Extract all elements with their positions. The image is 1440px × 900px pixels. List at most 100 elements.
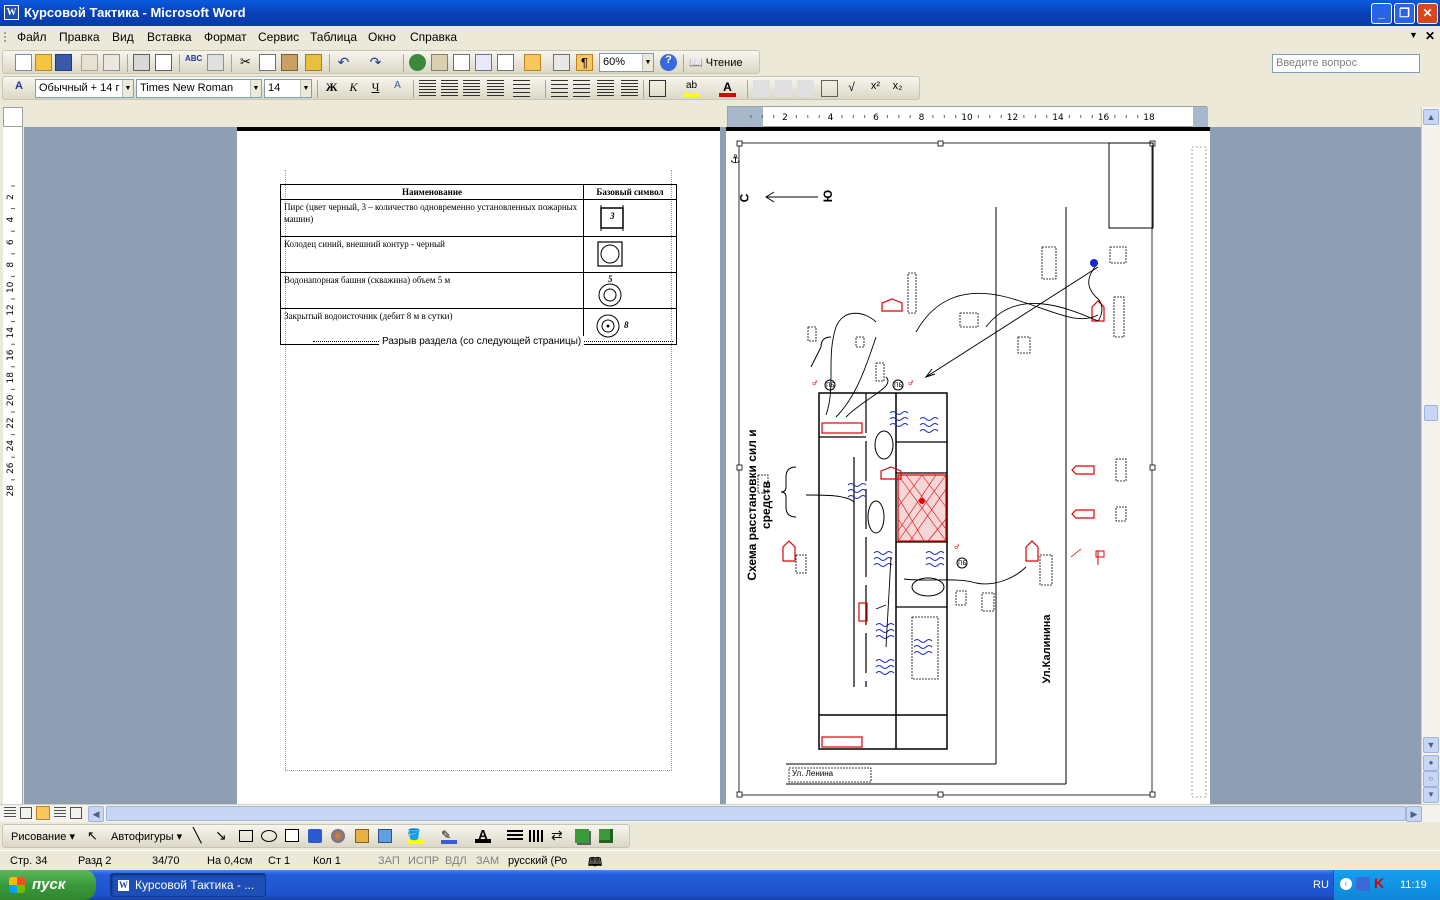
bold-icon[interactable]: Ж	[323, 80, 340, 97]
status-rec[interactable]: ЗАП	[378, 855, 400, 867]
select-objects-icon[interactable]: ↖	[87, 828, 98, 844]
dash-style-icon[interactable]	[529, 830, 545, 842]
web-view-icon[interactable]	[20, 807, 32, 819]
status-ext[interactable]: ВДЛ	[445, 855, 467, 867]
open-folder-icon[interactable]	[35, 54, 52, 71]
styles-pane-icon[interactable]: A	[15, 80, 32, 97]
italic-icon[interactable]: К	[345, 80, 362, 97]
line-color-icon[interactable]: ✎	[441, 828, 457, 844]
help-dropdown-icon[interactable]: ▼	[1409, 30, 1418, 40]
redo-icon[interactable]: ↷	[367, 54, 384, 71]
prev-page-icon[interactable]: ●	[1423, 755, 1439, 771]
document-map-icon[interactable]	[553, 54, 570, 71]
antivirus-icon[interactable]: K	[1374, 875, 1384, 891]
menu-format[interactable]: Формат	[204, 30, 247, 44]
format-painter-icon[interactable]	[305, 54, 322, 71]
horizontal-ruler[interactable]: 2 4 6 8 10 12 14 16 18	[727, 106, 1208, 127]
start-button[interactable]: пуск	[0, 870, 96, 900]
rtl-icon[interactable]	[797, 80, 814, 97]
autoshapes-menu-button[interactable]: Автофигуры ▾	[111, 830, 182, 843]
font-color-icon[interactable]: A	[719, 80, 736, 97]
hyperlink-icon[interactable]	[409, 54, 426, 71]
clipart-icon[interactable]	[355, 829, 369, 843]
zoom-select[interactable]: 60% ▼	[599, 53, 654, 72]
close-doc-icon[interactable]: ✕	[1425, 29, 1435, 43]
arrow-style-icon[interactable]: ⇄	[551, 827, 563, 844]
show-formatting-icon[interactable]: ¶	[576, 54, 593, 71]
reading-layout-button[interactable]: 📖 Чтение	[689, 56, 742, 69]
research-icon[interactable]	[207, 54, 224, 71]
shadow-style-icon[interactable]	[575, 829, 589, 843]
status-trk[interactable]: ИСПР	[408, 855, 439, 867]
help-search-input[interactable]: Введите вопрос	[1272, 54, 1420, 73]
arrow-tool-icon[interactable]: ↘	[215, 827, 227, 844]
columns-icon[interactable]	[497, 54, 514, 71]
save-icon[interactable]	[55, 54, 72, 71]
language-indicator[interactable]: RU	[1313, 879, 1329, 891]
copy-icon[interactable]	[259, 54, 276, 71]
menu-file[interactable]: Файл	[17, 30, 47, 44]
menu-insert[interactable]: Вставка	[147, 30, 192, 44]
style-select[interactable]: Обычный + 14 г ▼	[35, 79, 134, 98]
numbering-icon[interactable]	[551, 80, 568, 97]
print-layout-view-icon[interactable]	[36, 806, 50, 820]
insert-table-icon[interactable]	[453, 54, 470, 71]
menu-window[interactable]: Окно	[368, 30, 396, 44]
outline-view-icon[interactable]	[54, 807, 66, 819]
wordart-icon[interactable]	[308, 829, 322, 843]
line-tool-icon[interactable]: ╲	[193, 827, 201, 844]
diagram-icon[interactable]	[331, 829, 345, 843]
spelling-icon[interactable]: ABC	[185, 54, 202, 71]
scroll-down-icon[interactable]: ▼	[1423, 737, 1439, 753]
scroll-right-icon[interactable]: ▶	[1406, 806, 1422, 822]
menu-help[interactable]: Справка	[410, 30, 457, 44]
undo-icon[interactable]: ↶	[335, 54, 352, 71]
print-icon[interactable]	[133, 54, 150, 71]
borders-icon[interactable]	[649, 80, 666, 97]
minimize-button[interactable]: _	[1371, 3, 1392, 24]
menu-tools[interactable]: Сервис	[258, 30, 299, 44]
menu-view[interactable]: Вид	[112, 30, 134, 44]
align-right-icon[interactable]	[463, 80, 480, 97]
email-icon[interactable]	[103, 54, 120, 71]
taskbar-item-word[interactable]: W Курсовой Тактика - ...	[110, 873, 266, 897]
drawing-menu-button[interactable]: Рисование ▾	[11, 830, 75, 843]
menu-edit[interactable]: Правка	[59, 30, 100, 44]
scroll-thumb[interactable]	[1424, 405, 1438, 421]
page-left[interactable]: Наименование Базовый символ Пирс (цвет ч…	[237, 127, 720, 804]
network-icon[interactable]	[1356, 877, 1370, 891]
justify-icon[interactable]	[487, 80, 504, 97]
distributed-icon[interactable]	[753, 80, 770, 97]
character-format-icon[interactable]: A	[389, 80, 406, 97]
bullets-icon[interactable]	[573, 80, 590, 97]
insert-excel-icon[interactable]	[475, 54, 492, 71]
page-right[interactable]: ⚓ ПБ ПБ ПБ ♂ ♂ ♂ Схема расстановки сил и…	[726, 127, 1210, 804]
horizontal-scrollbar[interactable]: ◀ ▶	[0, 804, 1440, 822]
cut-icon[interactable]: ✂	[237, 54, 254, 71]
permission-icon[interactable]	[81, 54, 98, 71]
close-button[interactable]: ✕	[1417, 3, 1438, 24]
menu-table[interactable]: Таблица	[310, 30, 357, 44]
line-style-icon[interactable]	[507, 830, 523, 842]
table-icon[interactable]	[821, 80, 838, 97]
subscript-icon[interactable]: x₂	[889, 80, 906, 97]
scroll-left-icon[interactable]: ◀	[88, 806, 104, 822]
drawing-toggle-icon[interactable]	[524, 54, 541, 71]
document-area[interactable]: Наименование Базовый символ Пирс (цвет ч…	[24, 127, 1421, 804]
textbox-tool-icon[interactable]	[285, 829, 299, 842]
align-left-icon[interactable]	[419, 80, 436, 97]
highlight-icon[interactable]: ab	[683, 80, 700, 97]
browse-object-icon[interactable]: ○	[1423, 771, 1439, 787]
scroll-thumb[interactable]	[106, 806, 1406, 821]
line-spacing-icon[interactable]	[513, 80, 530, 97]
status-ovr[interactable]: ЗАМ	[476, 855, 499, 867]
underline-icon[interactable]: Ч	[367, 80, 384, 97]
font-color-icon[interactable]: A	[475, 827, 491, 843]
next-page-icon[interactable]: ▼	[1423, 787, 1439, 803]
vertical-scrollbar[interactable]: ▲ ▼ ● ○ ▼	[1421, 107, 1440, 804]
rectangle-tool-icon[interactable]	[239, 830, 253, 842]
normal-view-icon[interactable]	[4, 807, 16, 819]
3d-style-icon[interactable]	[599, 829, 613, 843]
new-document-icon[interactable]	[15, 54, 32, 71]
picture-icon[interactable]	[378, 829, 392, 843]
